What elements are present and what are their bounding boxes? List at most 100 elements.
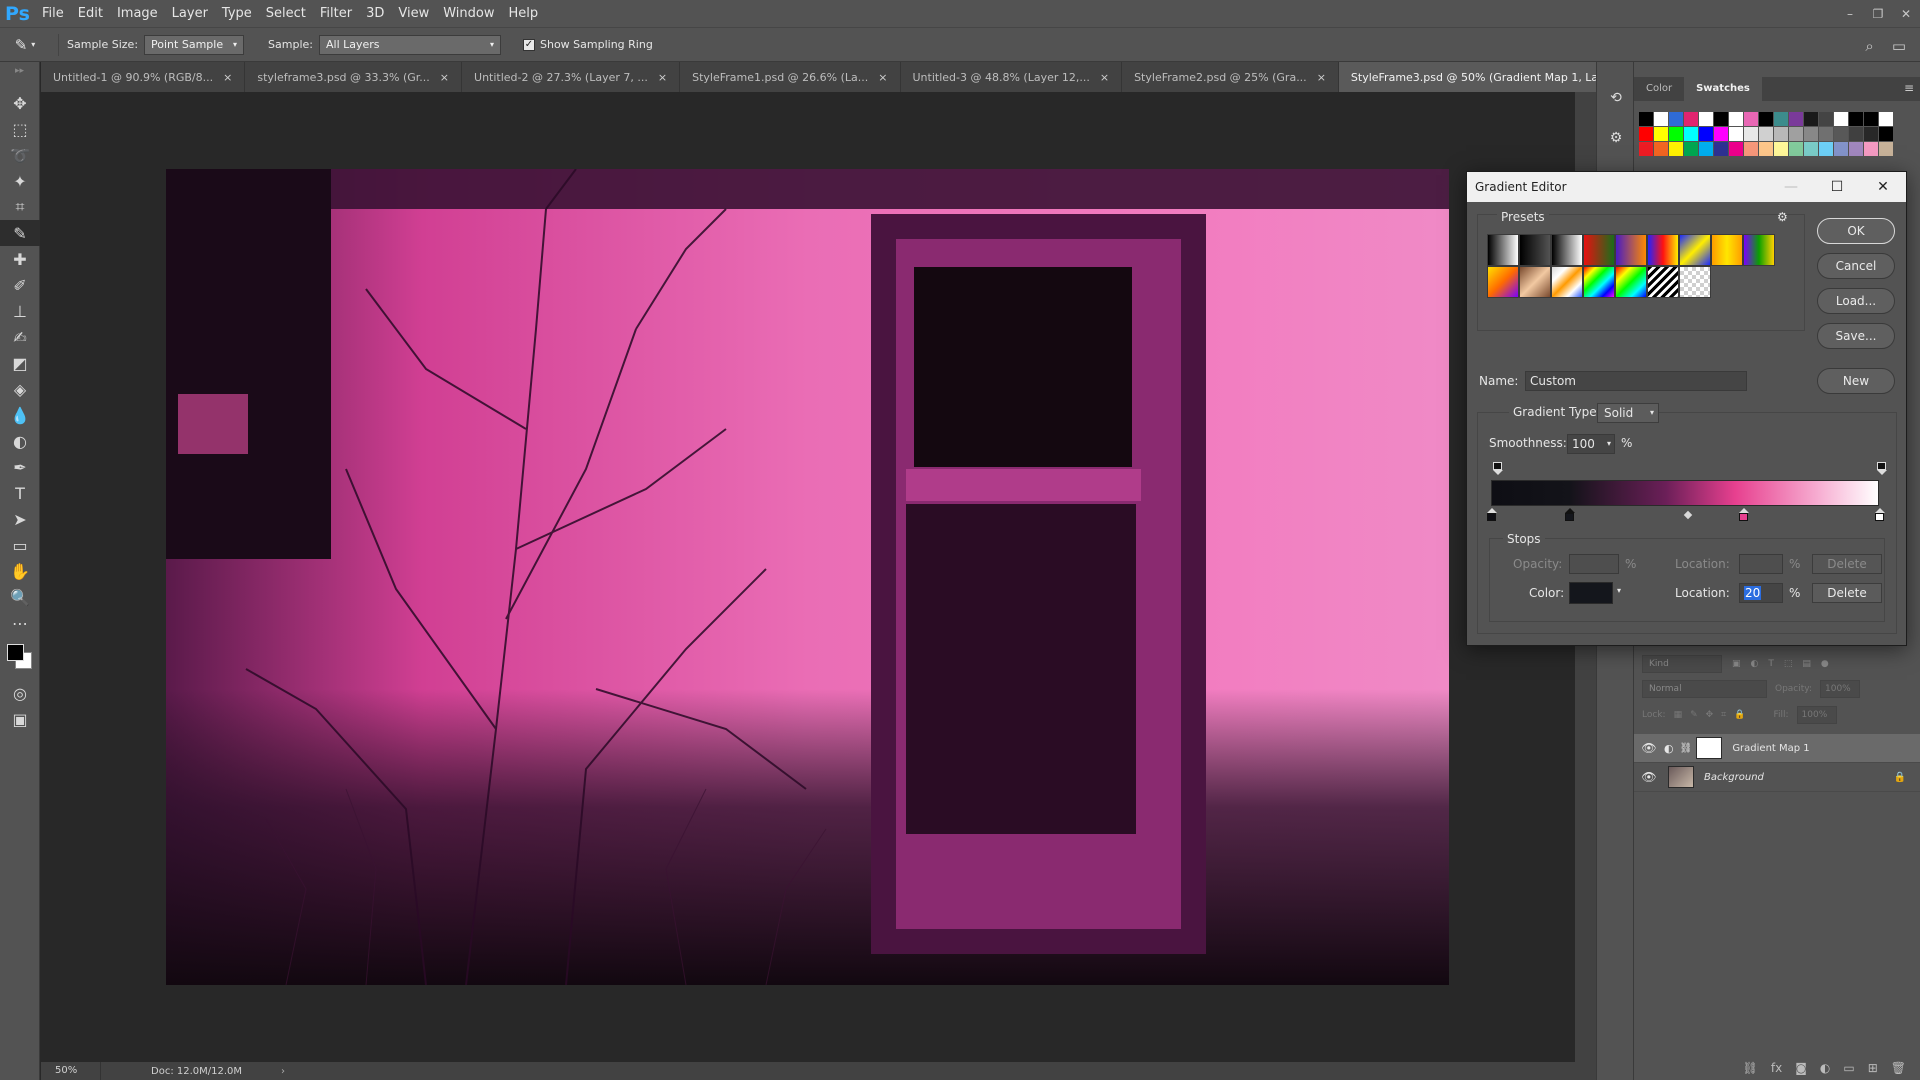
swatch[interactable] [1849, 112, 1863, 126]
magic-wand-tool-icon[interactable]: ✦ [0, 168, 40, 194]
lock-transparent-icon[interactable]: ▦ [1674, 710, 1683, 720]
lock-image-icon[interactable]: ✎ [1690, 710, 1698, 720]
add-mask-icon[interactable]: ◙ [1795, 1061, 1807, 1075]
healing-brush-tool-icon[interactable]: ✚ [0, 246, 40, 272]
quick-mask-icon[interactable]: ◎ [0, 680, 40, 706]
marquee-tool-icon[interactable]: ⬚ [0, 116, 40, 142]
filter-smart-icon[interactable]: ▤ [1802, 659, 1811, 669]
layer-filter-kind[interactable]: Kind [1642, 655, 1722, 673]
menu-file[interactable]: File [35, 0, 71, 27]
swatch[interactable] [1864, 142, 1878, 156]
close-icon[interactable]: ✕ [1860, 172, 1906, 202]
gradient-preset[interactable] [1615, 266, 1647, 298]
swatch[interactable] [1684, 112, 1698, 126]
lock-artboard-icon[interactable]: ⌗ [1721, 710, 1726, 720]
new-adjustment-icon[interactable]: ◐ [1820, 1061, 1830, 1075]
stop-color-location-input[interactable]: 20 [1739, 583, 1783, 603]
tab-close-icon[interactable]: × [658, 71, 667, 84]
fill-input[interactable]: 100% [1796, 706, 1837, 724]
layer-row[interactable]: 👁 ◐ ⛓ Gradient Map 1 [1634, 734, 1920, 763]
swatch[interactable] [1759, 142, 1773, 156]
stop-opacity-location-input[interactable] [1739, 554, 1783, 574]
gradient-preset[interactable] [1551, 266, 1583, 298]
layer-row[interactable]: 👁 Background 🔒 [1634, 763, 1920, 792]
lock-position-icon[interactable]: ✥ [1706, 710, 1714, 720]
swatch[interactable] [1879, 127, 1893, 141]
swatch[interactable] [1879, 142, 1893, 156]
color-stop[interactable] [1487, 508, 1497, 521]
hand-tool-icon[interactable]: ✋ [0, 558, 40, 584]
swatch[interactable] [1669, 112, 1683, 126]
menu-layer[interactable]: Layer [165, 0, 215, 27]
presets-gear-icon[interactable]: ⚙ [1777, 210, 1788, 224]
menu-help[interactable]: Help [502, 0, 546, 27]
swatch[interactable] [1774, 127, 1788, 141]
document-tab[interactable]: styleframe3.psd @ 33.3% (Gr... × [245, 62, 463, 92]
move-tool-icon[interactable]: ✥ [0, 90, 40, 116]
paint-bucket-tool-icon[interactable]: ◈ [0, 376, 40, 402]
swatch[interactable] [1729, 142, 1743, 156]
gradient-preset[interactable] [1679, 266, 1711, 298]
menu-window[interactable]: Window [436, 0, 501, 27]
panel-grip[interactable]: ▸▸ [0, 62, 39, 90]
gradient-preset[interactable] [1487, 266, 1519, 298]
panel-menu-icon[interactable]: ≡ [1904, 81, 1914, 95]
menu-image[interactable]: Image [110, 0, 165, 27]
swatch[interactable] [1639, 142, 1653, 156]
show-sampling-ring-checkbox[interactable]: ✓ [522, 38, 535, 51]
status-menu-arrow-icon[interactable]: › [281, 1066, 285, 1077]
swatch[interactable] [1714, 127, 1728, 141]
filter-pixel-icon[interactable]: ▣ [1732, 659, 1741, 669]
swatch[interactable] [1834, 112, 1848, 126]
gradient-preset[interactable] [1583, 234, 1615, 266]
menu-view[interactable]: View [391, 0, 436, 27]
visibility-eye-icon[interactable]: 👁 [1634, 770, 1664, 784]
more-tools-icon[interactable]: ⋯ [0, 610, 40, 636]
restore-icon[interactable]: ❐ [1864, 0, 1892, 27]
close-icon[interactable]: ✕ [1892, 0, 1920, 27]
maximize-icon[interactable]: ☐ [1814, 172, 1860, 202]
swatch[interactable] [1744, 112, 1758, 126]
swatch[interactable] [1684, 142, 1698, 156]
filter-type-icon[interactable]: T [1768, 659, 1774, 669]
document-tab[interactable]: Untitled-3 @ 48.8% (Layer 12,... × [901, 62, 1123, 92]
delete-layer-icon[interactable]: 🗑 [1891, 1061, 1906, 1075]
tab-close-icon[interactable]: × [878, 71, 887, 84]
swatch[interactable] [1639, 127, 1653, 141]
gradient-preset[interactable] [1551, 234, 1583, 266]
swatch[interactable] [1654, 142, 1668, 156]
layer-thumbnail[interactable] [1668, 766, 1694, 788]
stop-color-swatch[interactable] [1569, 582, 1613, 604]
link-layers-icon[interactable]: ⛓ [1743, 1061, 1758, 1075]
swatch[interactable] [1654, 112, 1668, 126]
menu-select[interactable]: Select [259, 0, 313, 27]
gradient-preview-bar[interactable] [1491, 480, 1879, 506]
blend-mode-select[interactable]: Normal [1642, 680, 1767, 698]
swatch[interactable] [1759, 112, 1773, 126]
load-button[interactable]: Load... [1817, 288, 1895, 314]
type-tool-icon[interactable]: T [0, 480, 40, 506]
gradient-preset[interactable] [1519, 234, 1551, 266]
swatch[interactable] [1804, 142, 1818, 156]
swatch[interactable] [1729, 127, 1743, 141]
swatch[interactable] [1714, 142, 1728, 156]
fx-icon[interactable]: fx [1771, 1061, 1782, 1075]
menu-3d[interactable]: 3D [359, 0, 391, 27]
blur-tool-icon[interactable]: 💧 [0, 402, 40, 428]
swatch[interactable] [1804, 127, 1818, 141]
swatch[interactable] [1759, 127, 1773, 141]
sample-select[interactable]: All Layers ▾ [318, 34, 501, 55]
gradient-preset[interactable] [1647, 266, 1679, 298]
ok-button[interactable]: OK [1817, 218, 1895, 244]
document-tab[interactable]: Untitled-2 @ 27.3% (Layer 7, ... × [462, 62, 681, 92]
swatch[interactable] [1684, 127, 1698, 141]
screen-mode-icon[interactable]: ▣ [0, 706, 40, 732]
smoothness-input[interactable]: 100 ▾ [1567, 434, 1615, 454]
delete-opacity-stop-button[interactable]: Delete [1812, 554, 1882, 574]
tab-close-icon[interactable]: × [223, 71, 232, 84]
swatch[interactable] [1879, 112, 1893, 126]
save-button[interactable]: Save... [1817, 323, 1895, 349]
crop-tool-icon[interactable]: ⌗ [0, 194, 40, 220]
history-brush-tool-icon[interactable]: ✍ [0, 324, 40, 350]
properties-icon[interactable]: ⚙ [1597, 118, 1635, 158]
